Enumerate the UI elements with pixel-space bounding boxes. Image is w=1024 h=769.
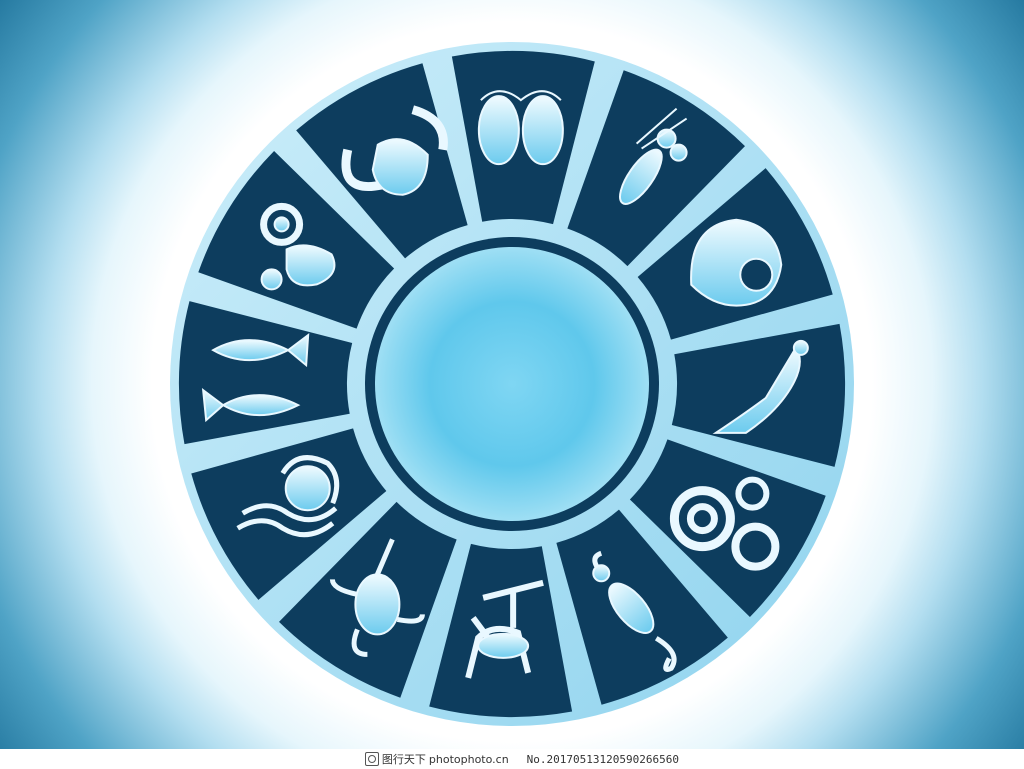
watermark-id: No.20170513120590266560 [526,752,679,766]
watermark-bar: 图行天下 photophoto.cn No.201705131205902665… [0,749,1024,769]
leo-lion-icon [690,218,783,307]
camera-icon [364,752,379,766]
watermark-logo: 图行天下 photophoto.cn [364,751,509,767]
watermark-logo-text: 图行天下 [381,753,426,766]
watermark-url: photophoto.cn [428,752,509,766]
zodiac-wheel [170,42,854,726]
center-disk [375,247,649,521]
